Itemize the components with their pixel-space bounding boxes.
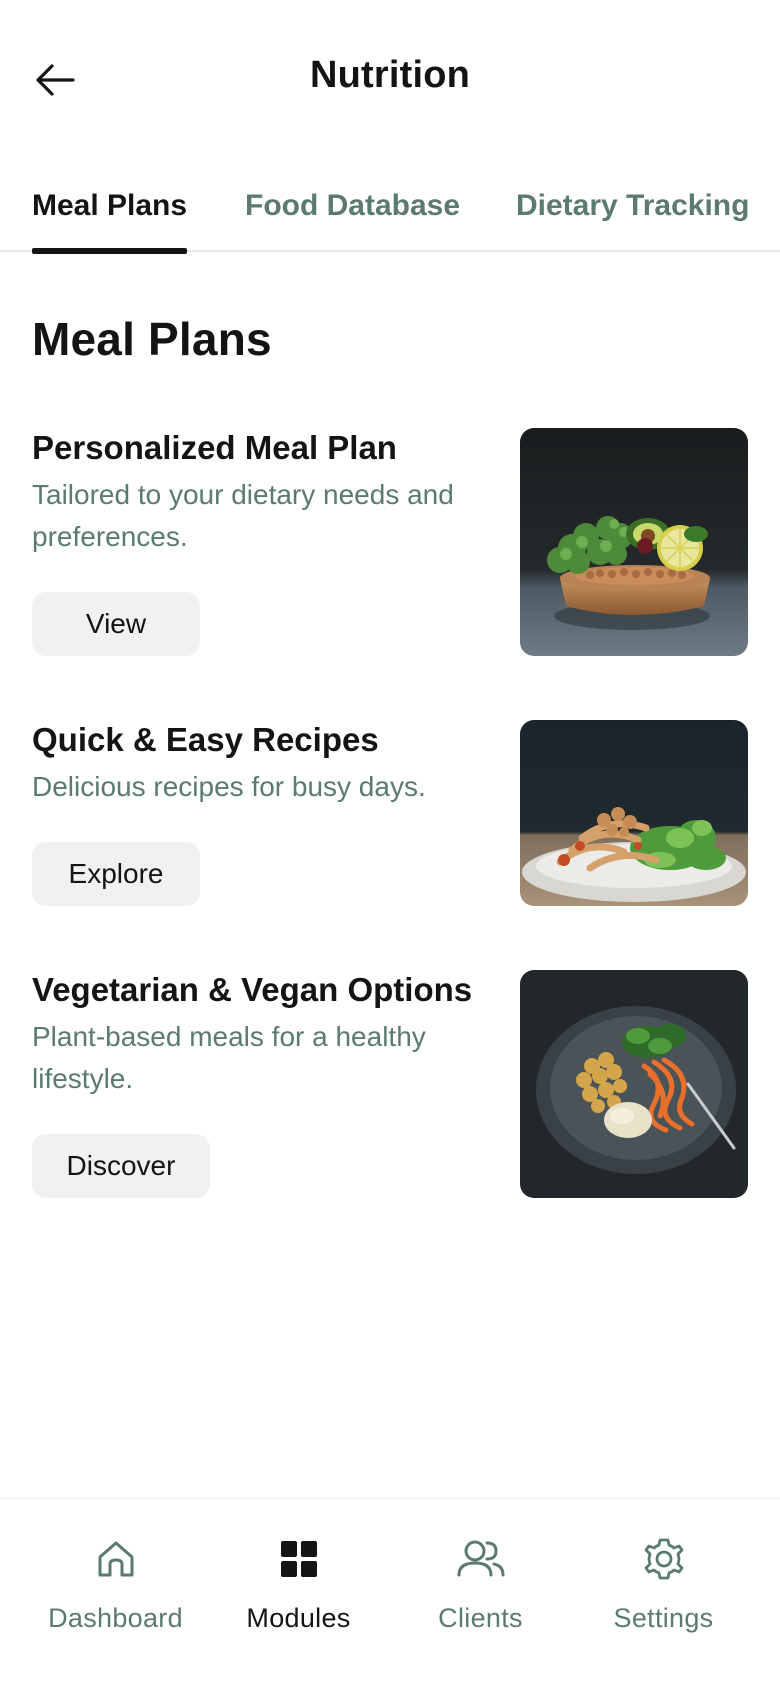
page-title: Nutrition xyxy=(309,54,471,96)
bowl-broccoli-avocado-lentils-photo xyxy=(520,428,748,656)
meal-plan-card: Personalized Meal Plan Tailored to your … xyxy=(32,426,748,656)
nav-item-settings[interactable]: Settings xyxy=(566,1499,761,1688)
tab-dietary-tracking[interactable]: Dietary Tracking xyxy=(516,160,749,252)
section-title: Meal Plans xyxy=(32,313,272,365)
nav-label: Settings xyxy=(613,1603,714,1633)
pasta-greens-plate-photo xyxy=(520,720,748,906)
meal-plan-card: Quick & Easy Recipes Delicious recipes f… xyxy=(32,718,748,908)
tab-meal-plans[interactable]: Meal Plans xyxy=(32,160,188,254)
card-title: Vegetarian & Vegan Options xyxy=(32,971,473,1008)
nav-label: Modules xyxy=(246,1603,351,1633)
gear-icon xyxy=(638,1533,690,1585)
nav-label: Dashboard xyxy=(48,1603,183,1633)
meal-plan-card: Vegetarian & Vegan Options Plant-based m… xyxy=(32,968,748,1198)
users-icon xyxy=(455,1533,507,1585)
card-description: Delicious recipes for busy days. xyxy=(32,771,426,802)
chickpea-carrot-greens-plate-photo xyxy=(520,970,748,1198)
grid-icon xyxy=(273,1533,325,1585)
nav-item-dashboard[interactable]: Dashboard xyxy=(18,1499,213,1688)
discover-button[interactable]: Discover xyxy=(32,1134,210,1198)
card-description: Plant-based meals for a healthy lifestyl… xyxy=(32,1021,426,1094)
nav-item-modules[interactable]: Modules xyxy=(201,1499,396,1688)
card-title: Quick & Easy Recipes xyxy=(32,721,379,758)
tab-food-database[interactable]: Food Database xyxy=(245,160,460,252)
nav-item-clients[interactable]: Clients xyxy=(383,1499,578,1688)
nutrition-screen: Nutrition Meal Plans Food Database Dieta… xyxy=(0,0,780,1688)
view-button[interactable]: View xyxy=(32,592,200,656)
bottom-navigation: Dashboard Modules Clients Settings xyxy=(0,1498,780,1688)
card-title: Personalized Meal Plan xyxy=(32,429,397,466)
card-description: Tailored to your dietary needs and prefe… xyxy=(32,479,454,552)
nav-label: Clients xyxy=(438,1603,523,1633)
tab-bar: Meal Plans Food Database Dietary Trackin… xyxy=(0,160,780,254)
home-icon xyxy=(90,1533,142,1585)
header: Nutrition xyxy=(0,0,780,160)
explore-button[interactable]: Explore xyxy=(32,842,200,906)
